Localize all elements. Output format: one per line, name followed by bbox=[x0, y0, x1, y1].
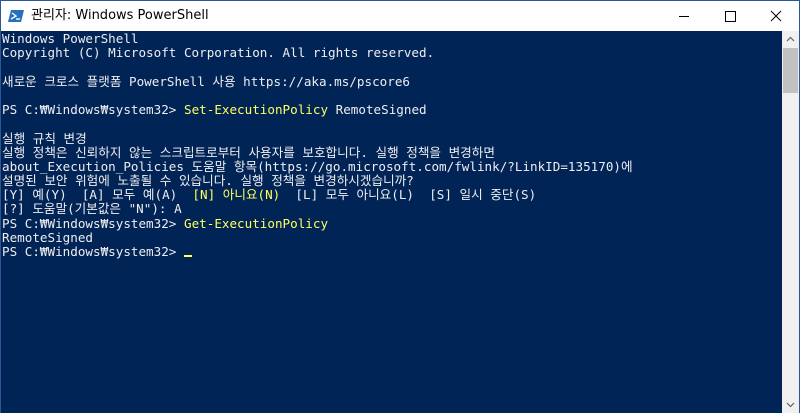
powershell-window: 관리자: Windows PowerShell Windows PowerShe… bbox=[0, 0, 800, 413]
choice-line: [Y] 예(Y) [A] 모두 예(A) [N] 아니요(N) [L] 모두 아… bbox=[2, 187, 536, 202]
command-line-1: PS C:₩Windows₩system32> Set-ExecutionPol… bbox=[2, 102, 427, 117]
choice-no-all: [L] 모두 아니요(L) bbox=[280, 187, 430, 202]
close-button[interactable] bbox=[753, 1, 799, 31]
policy-title: 실행 규칙 변경 bbox=[2, 131, 87, 146]
text-cursor bbox=[183, 255, 192, 257]
maximize-icon bbox=[725, 11, 736, 22]
minimize-button[interactable] bbox=[661, 1, 707, 31]
command-name: Get-ExecutionPolicy bbox=[183, 216, 329, 231]
vertical-scrollbar[interactable] bbox=[782, 31, 799, 413]
scroll-down-button[interactable] bbox=[782, 396, 799, 413]
command-argument: RemoteSigned bbox=[328, 102, 427, 117]
scroll-thumb[interactable] bbox=[783, 48, 798, 93]
banner-line-1: Windows PowerShell bbox=[2, 31, 139, 46]
prompt: PS C:₩Windows₩system32> bbox=[2, 102, 184, 117]
choice-suspend: [S] 일시 중단(S) bbox=[429, 187, 537, 202]
console-output[interactable]: Windows PowerShell Copyright (C) Microso… bbox=[1, 31, 782, 413]
prompt: PS C:₩Windows₩system32> bbox=[2, 244, 184, 259]
policy-message-3: 설명된 보안 위험에 노출될 수 있습니다. 실행 정책을 변경하시겠습니까? bbox=[2, 173, 414, 188]
command-name: Set-ExecutionPolicy bbox=[183, 102, 329, 117]
command-output: RemoteSigned bbox=[2, 230, 93, 245]
scroll-up-button[interactable] bbox=[782, 31, 799, 48]
choice-yes-all: [A] 모두 예(A) bbox=[81, 187, 193, 202]
policy-message-1: 실행 정책은 신뢰하지 않는 스크립트로부터 사용자를 보호합니다. 실행 정책… bbox=[2, 145, 495, 160]
close-icon bbox=[770, 10, 782, 22]
command-line-2: PS C:₩Windows₩system32> Get-ExecutionPol… bbox=[2, 216, 328, 231]
prompt: PS C:₩Windows₩system32> bbox=[2, 216, 184, 231]
chevron-up-icon bbox=[786, 36, 795, 42]
choice-yes: [Y] 예(Y) bbox=[2, 187, 82, 202]
title-bar[interactable]: 관리자: Windows PowerShell bbox=[1, 1, 799, 31]
minimize-icon bbox=[679, 16, 689, 17]
current-prompt-line[interactable]: PS C:₩Windows₩system32> bbox=[2, 244, 192, 259]
maximize-button[interactable] bbox=[707, 1, 753, 31]
powershell-icon bbox=[8, 8, 24, 24]
chevron-down-icon bbox=[786, 402, 795, 408]
banner-line-3: 새로운 크로스 플랫폼 PowerShell 사용 https://aka.ms… bbox=[2, 74, 410, 89]
help-line: [?] 도움말(기본값은 "N"): A bbox=[2, 201, 182, 216]
choice-no-default: [N] 아니요(N) bbox=[192, 187, 281, 202]
window-title: 관리자: Windows PowerShell bbox=[31, 8, 209, 23]
policy-message-2: about_Execution_Policies 도움말 항목(https://… bbox=[2, 159, 633, 174]
banner-line-2: Copyright (C) Microsoft Corporation. All… bbox=[2, 45, 435, 60]
